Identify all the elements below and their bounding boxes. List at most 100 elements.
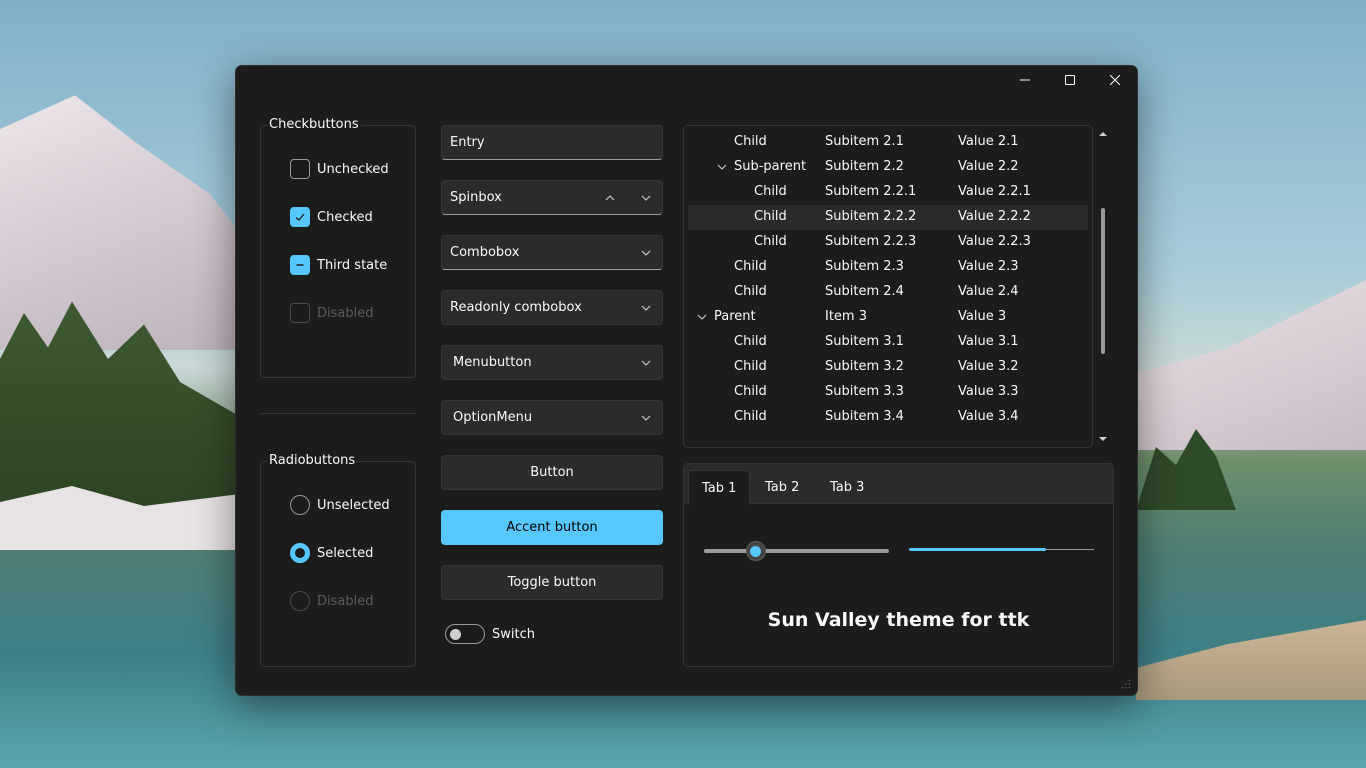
radio-disabled: Disabled [290, 590, 373, 612]
radio-circle[interactable] [290, 495, 310, 515]
checkbox-label: Unchecked [317, 161, 389, 177]
tree-cell-col1: Subitem 2.2.1 [825, 184, 917, 199]
app-window: Checkbuttons Unchecked Checked Third sta… [235, 65, 1138, 696]
checkbox-box[interactable] [290, 159, 310, 179]
scrollbar-thumb[interactable] [1101, 208, 1105, 354]
treeview[interactable]: Child Subitem 2.1 Value 2.1 Sub-parent Subit… [683, 125, 1093, 448]
button[interactable]: Button [441, 455, 663, 490]
expand-chevron-icon[interactable] [716, 161, 728, 173]
tree-cell-text: Child [754, 234, 787, 249]
checkbuttons-title: Checkbuttons [267, 117, 361, 133]
radio-unselected[interactable]: Unselected [290, 494, 390, 516]
tree-row[interactable]: Child Subitem 3.2 Value 3.2 [688, 355, 1088, 380]
radio-label: Unselected [317, 497, 390, 513]
title-bar[interactable] [236, 66, 1137, 94]
tree-cell-col2: Value 2.2.3 [958, 234, 1031, 249]
slider-track[interactable] [704, 549, 889, 553]
minimize-button[interactable] [1002, 66, 1047, 94]
tree-row[interactable]: Child Subitem 3.3 Value 3.3 [688, 380, 1088, 405]
tree-cell-col2: Value 2.3 [958, 259, 1019, 274]
chevron-up-icon[interactable] [603, 191, 617, 205]
spinbox-value: Spinbox [450, 190, 502, 205]
chevron-down-icon[interactable] [639, 356, 653, 370]
close-button[interactable] [1092, 66, 1137, 94]
expand-chevron-icon[interactable] [696, 311, 708, 323]
tree-row[interactable]: Child Subitem 2.2.1 Value 2.2.1 [688, 180, 1088, 205]
checkbox-box[interactable] [290, 207, 310, 227]
tree-cell-col1: Subitem 2.2 [825, 159, 904, 174]
radiobuttons-title: Radiobuttons [267, 453, 358, 469]
tree-row[interactable]: Parent Item 3 Value 3 [688, 305, 1088, 330]
wallpaper-grass-right [1136, 620, 1366, 700]
tree-cell-text: Child [734, 359, 767, 374]
notebook: Tab 1 Tab 2 Tab 3 Sun Valley theme for t… [683, 463, 1114, 667]
checkbox-third-state[interactable]: Third state [290, 254, 387, 276]
combobox[interactable]: Combobox [441, 235, 663, 270]
readonly-combobox[interactable]: Readonly combobox [441, 290, 663, 325]
slider-handle[interactable] [745, 541, 766, 561]
tree-row[interactable]: Child Subitem 2.1 Value 2.1 [688, 130, 1088, 155]
entry-field[interactable]: Entry [441, 125, 663, 160]
switch-control[interactable]: Switch [445, 623, 535, 645]
menubutton[interactable]: Menubutton [441, 345, 663, 380]
checkbox-checked[interactable]: Checked [290, 206, 373, 228]
accent-button[interactable]: Accent button [441, 510, 663, 545]
tree-cell-col2: Value 3.4 [958, 409, 1019, 424]
tree-cell-text: Child [734, 259, 767, 274]
checkbox-unchecked[interactable]: Unchecked [290, 158, 389, 180]
tree-cell-col1: Subitem 2.2.2 [825, 209, 917, 224]
close-icon [1109, 75, 1120, 85]
toggle-button[interactable]: Toggle button [441, 565, 663, 600]
scroll-down-icon[interactable] [1099, 435, 1107, 443]
spinbox[interactable]: Spinbox [441, 180, 663, 215]
chevron-down-icon[interactable] [639, 191, 653, 205]
combobox-value: Combobox [450, 245, 520, 260]
tree-cell-col1: Item 3 [825, 309, 867, 324]
tree-row[interactable]: Child Subitem 2.2.3 Value 2.2.3 [688, 230, 1088, 255]
radio-circle [290, 591, 310, 611]
wallpaper-mountain-right [1136, 280, 1366, 450]
tree-row[interactable]: Child Subitem 3.4 Value 3.4 [688, 405, 1088, 430]
tree-cell-text: Sub-parent [734, 159, 807, 174]
tree-cell-col2: Value 2.2.2 [958, 209, 1031, 224]
tree-row[interactable]: Child Subitem 2.3 Value 2.3 [688, 255, 1088, 280]
radio-selected[interactable]: Selected [290, 542, 373, 564]
tree-cell-text: Child [734, 409, 767, 424]
chevron-down-icon[interactable] [639, 301, 653, 315]
chevron-down-icon[interactable] [639, 246, 653, 260]
radio-circle[interactable] [290, 543, 310, 563]
checkbox-disabled: Disabled [290, 302, 373, 324]
tree-cell-text: Parent [714, 309, 756, 324]
tree-cell-col1: Subitem 2.4 [825, 284, 904, 299]
tree-row[interactable]: Child Subitem 3.1 Value 3.1 [688, 330, 1088, 355]
tree-cell-col1: Subitem 2.3 [825, 259, 904, 274]
checkbox-box[interactable] [290, 255, 310, 275]
tree-cell-col2: Value 2.4 [958, 284, 1019, 299]
tree-cell-col1: Subitem 2.1 [825, 134, 904, 149]
tree-row[interactable]: Child Subitem 2.2.2 Value 2.2.2 [688, 205, 1088, 230]
minimize-icon [1019, 79, 1030, 81]
tree-row[interactable]: Sub-parent Subitem 2.2 Value 2.2 [688, 155, 1088, 180]
switch-toggle[interactable] [445, 624, 485, 644]
notebook-tab-bar: Tab 1 Tab 2 Tab 3 [684, 464, 1113, 505]
maximize-button[interactable] [1047, 66, 1092, 94]
tab-1[interactable]: Tab 1 [688, 470, 751, 505]
checkbox-label: Checked [317, 209, 373, 225]
chevron-down-icon[interactable] [639, 411, 653, 425]
tree-cell-col1: Subitem 3.3 [825, 384, 904, 399]
checkmark-icon [295, 213, 305, 221]
scroll-up-icon[interactable] [1099, 130, 1107, 138]
optionmenu[interactable]: OptionMenu [441, 400, 663, 435]
checkbox-label: Disabled [317, 305, 374, 321]
tree-cell-text: Child [734, 384, 767, 399]
tab-3[interactable]: Tab 3 [817, 470, 877, 504]
radio-label: Selected [317, 545, 374, 561]
tree-row[interactable]: Child Subitem 2.4 Value 2.4 [688, 280, 1088, 305]
tree-cell-col2: Value 3 [958, 309, 1007, 324]
progressbar-fill [909, 548, 1046, 551]
checkbox-label: Third state [317, 257, 388, 273]
tab-2[interactable]: Tab 2 [752, 470, 812, 504]
tree-scrollbar[interactable] [1098, 130, 1108, 443]
dash-icon [296, 264, 304, 266]
resize-grip-icon[interactable] [1121, 679, 1131, 689]
